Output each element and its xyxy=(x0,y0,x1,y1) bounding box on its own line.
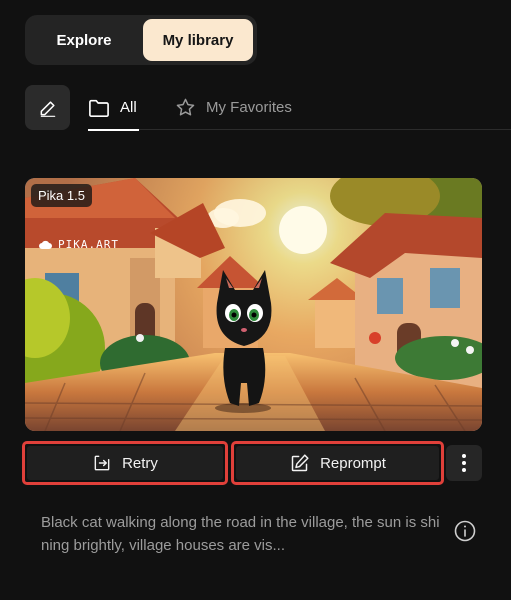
edit-button[interactable] xyxy=(25,85,70,130)
reprompt-label: Reprompt xyxy=(320,454,386,472)
library-tabs: All My Favorites xyxy=(88,85,511,131)
cloud-icon xyxy=(39,240,52,249)
video-card[interactable]: Pika 1.5 PIKA.ART xyxy=(25,178,482,431)
info-button[interactable] xyxy=(454,520,476,542)
model-badge: Pika 1.5 xyxy=(31,184,92,207)
folder-icon xyxy=(89,99,109,117)
retry-label: Retry xyxy=(122,454,158,472)
my-library-button[interactable]: My library xyxy=(143,19,253,61)
reprompt-button[interactable]: Reprompt xyxy=(236,446,439,480)
tab-favorites-label: My Favorites xyxy=(206,99,292,116)
retry-icon xyxy=(94,455,110,471)
more-options-button[interactable] xyxy=(446,445,482,481)
prompt-text: Black cat walking along the road in the … xyxy=(41,514,440,554)
info-icon xyxy=(454,520,476,542)
library-page: Explore My library All My Favorites Pika… xyxy=(0,0,511,600)
tab-all-label: All xyxy=(120,99,137,116)
tab-my-favorites[interactable]: My Favorites xyxy=(175,85,292,130)
edit-square-icon xyxy=(291,453,309,471)
watermark: PIKA.ART xyxy=(39,238,119,251)
view-toggle: Explore My library xyxy=(25,15,257,65)
retry-button[interactable]: Retry xyxy=(27,446,223,480)
video-thumbnail xyxy=(25,178,482,431)
more-vertical-icon xyxy=(462,454,466,472)
reprompt-button-highlight: Reprompt xyxy=(231,441,444,485)
watermark-text: PIKA.ART xyxy=(58,238,119,251)
retry-button-highlight: Retry xyxy=(22,441,228,485)
tab-all[interactable]: All xyxy=(88,85,139,131)
star-icon xyxy=(176,98,195,116)
pencil-icon xyxy=(40,100,55,117)
explore-button[interactable]: Explore xyxy=(29,19,139,61)
